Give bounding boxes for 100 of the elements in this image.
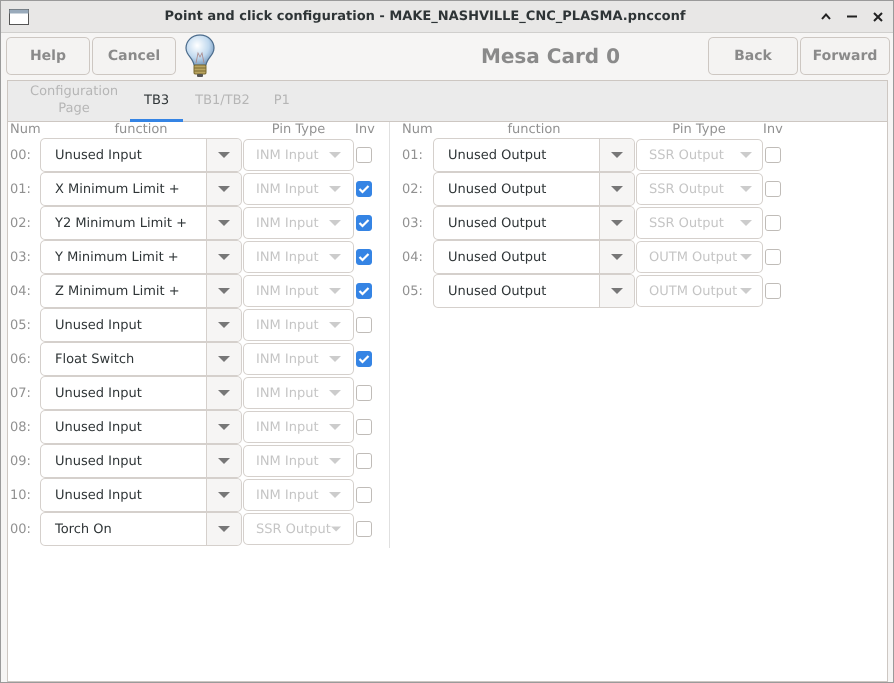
caret-icon (218, 424, 230, 430)
caret-icon (740, 186, 752, 192)
caret-icon (611, 288, 623, 294)
toolbar-button[interactable]: Forward (800, 37, 890, 75)
column-header: function (506, 122, 562, 138)
invert-checkbox[interactable] (356, 351, 372, 367)
caret-icon (218, 492, 230, 498)
caret-icon (329, 254, 341, 260)
function-dropdown[interactable]: Unused Output (433, 138, 635, 172)
caret-icon (218, 186, 230, 192)
invert-checkbox[interactable] (356, 147, 372, 163)
caret-icon (329, 458, 341, 464)
caret-icon (218, 152, 230, 158)
invert-checkbox[interactable] (356, 487, 372, 503)
function-dropdown[interactable]: Y2 Minimum Limit + (40, 206, 242, 240)
pin-number: 04: (10, 284, 32, 298)
function-dropdown[interactable]: Float Switch (40, 342, 242, 376)
toolbar-button[interactable]: Help (6, 37, 90, 75)
caret-icon (330, 526, 341, 532)
lightbulb-icon (184, 33, 216, 79)
pin-number: 06: (10, 352, 32, 366)
function-dropdown[interactable]: Unused Output (433, 172, 635, 206)
window-title: Point and click configuration - MAKE_NASHVILLE_CNC_PLASMA.pncconf (163, 9, 687, 24)
caret-icon (329, 424, 341, 430)
invert-checkbox[interactable] (765, 147, 781, 163)
invert-checkbox[interactable] (356, 453, 372, 469)
caret-icon (611, 254, 623, 260)
pin-number: 08: (10, 420, 32, 434)
invert-checkbox[interactable] (356, 385, 372, 401)
toolbar-button[interactable]: Cancel (92, 37, 176, 75)
caret-icon (218, 458, 230, 464)
column-header: Pin Type (270, 122, 326, 138)
window-icon (9, 8, 29, 24)
function-dropdown[interactable]: Unused Input (40, 138, 242, 172)
function-dropdown[interactable]: Torch On (40, 512, 242, 546)
column-header: Inv (355, 122, 375, 138)
caret-icon (740, 152, 752, 158)
caret-icon (218, 288, 230, 294)
function-dropdown[interactable]: Unused Input (40, 410, 242, 444)
function-dropdown[interactable]: X Minimum Limit + (40, 172, 242, 206)
caret-icon (218, 220, 230, 226)
minimize-icon[interactable] (847, 15, 857, 18)
function-dropdown[interactable]: Z Minimum Limit + (40, 274, 242, 308)
function-dropdown[interactable]: Unused Output (433, 274, 635, 308)
column-header: Num (10, 122, 40, 138)
column-header: Inv (763, 122, 783, 138)
caret-icon (740, 220, 752, 226)
caret-icon (218, 526, 230, 532)
page-heading: Mesa Card 0 (480, 44, 621, 68)
pin-number: 04: (402, 250, 424, 264)
caret-icon (611, 220, 623, 226)
pin-number: 05: (402, 284, 424, 298)
pin-number: 09: (10, 454, 32, 468)
function-dropdown[interactable]: Unused Input (40, 478, 242, 512)
pin-number: 00: (10, 148, 32, 162)
tab[interactable]: TB3 (130, 81, 184, 122)
caret-icon (740, 254, 752, 260)
caret-icon (329, 186, 341, 192)
invert-checkbox[interactable] (765, 249, 781, 265)
pin-number: 03: (10, 250, 32, 264)
caret-icon (218, 254, 230, 260)
pin-number: 07: (10, 386, 32, 400)
pin-number: 10: (10, 488, 32, 502)
invert-checkbox[interactable] (356, 215, 372, 231)
pin-number: 03: (402, 216, 424, 230)
function-dropdown[interactable]: Unused Output (433, 206, 635, 240)
function-dropdown[interactable]: Y Minimum Limit + (40, 240, 242, 274)
pin-number: 00: (10, 522, 32, 536)
function-dropdown[interactable]: Unused Input (40, 308, 242, 342)
invert-checkbox[interactable] (356, 419, 372, 435)
caret-icon (740, 288, 752, 294)
invert-checkbox[interactable] (765, 181, 781, 197)
caret-icon (329, 492, 341, 498)
invert-checkbox[interactable] (356, 181, 372, 197)
pin-number: 02: (10, 216, 32, 230)
invert-checkbox[interactable] (765, 283, 781, 299)
function-dropdown[interactable]: Unused Input (40, 376, 242, 410)
invert-checkbox[interactable] (356, 249, 372, 265)
caret-icon (611, 152, 623, 158)
pin-number: 01: (10, 182, 32, 196)
caret-icon (329, 390, 341, 396)
pin-number: 05: (10, 318, 32, 332)
invert-checkbox[interactable] (356, 283, 372, 299)
caret-icon (218, 322, 230, 328)
invert-checkbox[interactable] (765, 215, 781, 231)
toolbar-button[interactable]: Back (708, 37, 798, 75)
caret-icon (611, 186, 623, 192)
invert-checkbox[interactable] (356, 521, 372, 537)
close-icon[interactable] (873, 12, 883, 22)
function-dropdown[interactable]: Unused Output (433, 240, 635, 274)
caret-icon (329, 322, 341, 328)
maximize-icon[interactable] (821, 13, 831, 20)
caret-icon (329, 356, 341, 362)
column-header: Pin Type (671, 122, 727, 138)
caret-icon (329, 152, 341, 158)
caret-icon (218, 390, 230, 396)
invert-checkbox[interactable] (356, 317, 372, 333)
caret-icon (218, 356, 230, 362)
caret-icon (329, 220, 341, 226)
function-dropdown[interactable]: Unused Input (40, 444, 242, 478)
